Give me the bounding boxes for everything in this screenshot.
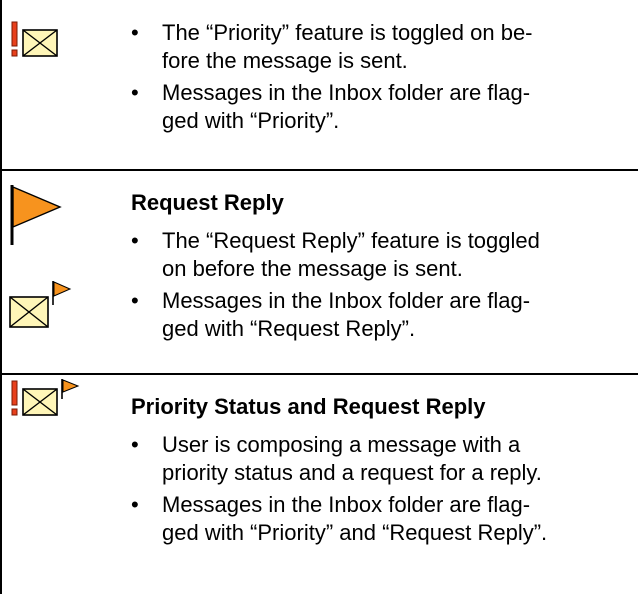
bullet-dot: • bbox=[131, 288, 139, 313]
request-reply-bullet-list: • The “Request Reply” feature is toggled… bbox=[131, 227, 638, 343]
bullet-dot: • bbox=[131, 228, 139, 253]
bullet-item: • The “Priority” feature is toggled on b… bbox=[131, 19, 638, 75]
priority-and-request-reply-section: Priority Status and Request Reply • User… bbox=[0, 375, 638, 594]
section-heading: Request Reply bbox=[131, 190, 284, 215]
bullet-text-line: Messages in the Inbox folder are flag- bbox=[162, 80, 531, 105]
envelope-icon bbox=[22, 29, 58, 57]
bullet-dot: • bbox=[131, 20, 139, 45]
bullet-text-line: User is composing a message with a bbox=[162, 432, 521, 457]
priority-icon-group bbox=[8, 18, 88, 60]
section-heading: Priority Status and Request Reply bbox=[131, 394, 486, 419]
envelope-with-flag-icon bbox=[9, 281, 72, 328]
bullet-item: • Messages in the Inbox folder are flag-… bbox=[131, 287, 638, 343]
request-reply-icon-group bbox=[8, 183, 88, 331]
bullet-text-line: priority status and a request for a repl… bbox=[162, 460, 542, 485]
priority-envelope-with-flag-icon bbox=[11, 379, 80, 416]
bullet-dot: • bbox=[131, 492, 139, 517]
bullet-text-line: Messages in the Inbox folder are flag- bbox=[162, 288, 531, 313]
bullet-dot: • bbox=[131, 432, 139, 457]
flag-icon bbox=[10, 185, 62, 245]
priority-bullet-list: • The “Priority” feature is toggled on b… bbox=[131, 19, 638, 135]
bullet-text-line: ged with “Priority” and “Request Reply”. bbox=[162, 520, 548, 545]
priority-envelope-icon bbox=[11, 21, 58, 57]
envelope-with-flag-icon bbox=[22, 379, 80, 416]
bullet-item: • Messages in the Inbox folder are flag-… bbox=[131, 491, 638, 547]
bullet-item: • User is composing a message with a pri… bbox=[131, 431, 638, 487]
bullet-text-line: ged with “Priority”. bbox=[162, 108, 340, 133]
bullet-text-line: fore the message is sent. bbox=[162, 48, 408, 73]
bullet-text-line: on before the message is sent. bbox=[162, 256, 463, 281]
bullet-text-line: The “Request Reply” feature is toggled bbox=[162, 228, 540, 253]
bullet-text-line: ged with “Request Reply”. bbox=[162, 316, 416, 341]
request-reply-section: Request Reply • The “Request Reply” feat… bbox=[0, 171, 638, 373]
priority-exclamation-icon bbox=[11, 380, 18, 416]
bullet-text-line: The “Priority” feature is toggled on be- bbox=[162, 20, 533, 45]
priority-request-reply-icon-group bbox=[8, 377, 118, 427]
priority-exclamation-icon bbox=[11, 21, 18, 57]
bullet-text-line: Messages in the Inbox folder are flag- bbox=[162, 492, 531, 517]
bullet-dot: • bbox=[131, 80, 139, 105]
priority-section: • The “Priority” feature is toggled on b… bbox=[0, 0, 638, 146]
bullet-item: • Messages in the Inbox folder are flag-… bbox=[131, 79, 638, 135]
bullet-item: • The “Request Reply” feature is toggled… bbox=[131, 227, 638, 283]
priority-request-reply-bullet-list: • User is composing a message with a pri… bbox=[131, 431, 638, 547]
